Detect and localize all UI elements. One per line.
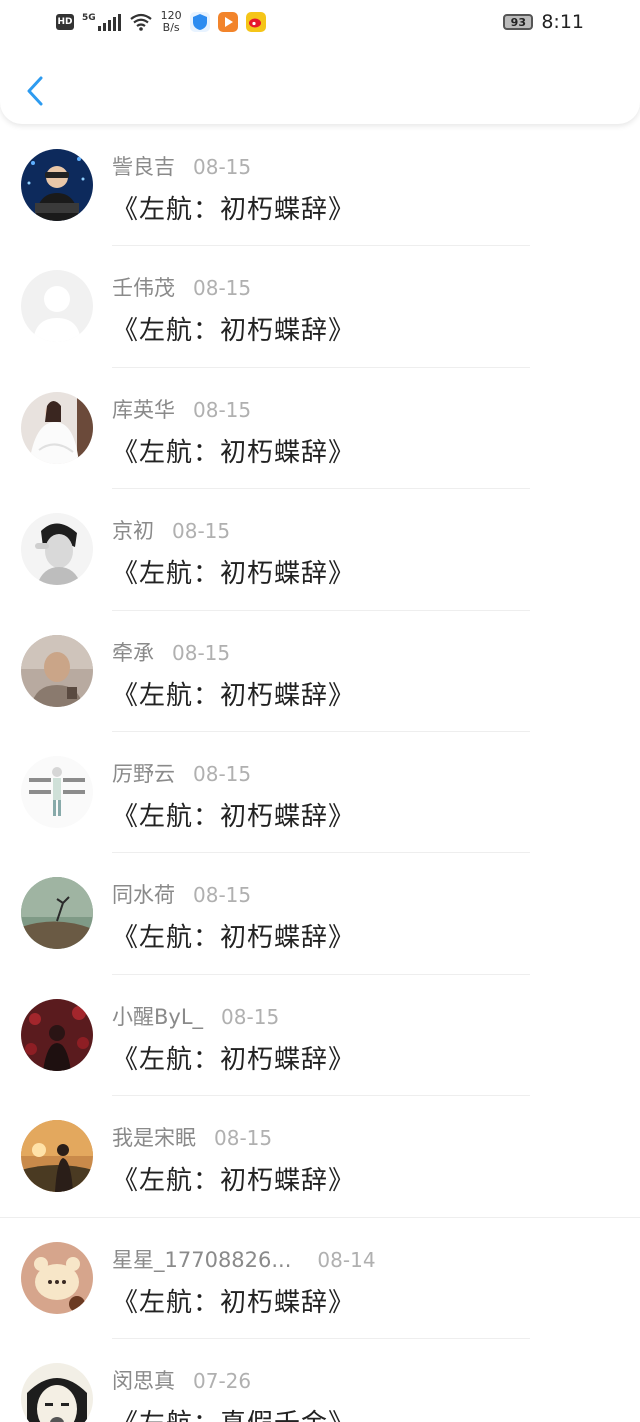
- comment-date: 08-15: [193, 883, 252, 908]
- avatar[interactable]: [21, 998, 93, 1071]
- list-item[interactable]: 壬伟茂 08-15 《左航：初朽蝶辞》: [0, 246, 640, 368]
- user-name[interactable]: 壬伟茂: [112, 272, 175, 302]
- comment-meta: 訾良吉 08-15: [112, 151, 251, 181]
- avatar[interactable]: [21, 513, 93, 586]
- back-button[interactable]: [18, 70, 52, 112]
- comment-meta: 厉野云 08-15: [112, 758, 251, 788]
- user-name[interactable]: 星星_17708826...: [112, 1244, 291, 1274]
- avatar[interactable]: [21, 391, 93, 464]
- work-title[interactable]: 《左航：初朽蝶辞》: [112, 553, 355, 590]
- comment-date: 08-15: [193, 155, 252, 179]
- list-item[interactable]: 京初 08-15 《左航：初朽蝶辞》: [0, 489, 640, 611]
- user-name[interactable]: 厉野云: [112, 758, 175, 788]
- hd-icon: HD: [56, 14, 74, 30]
- status-right: 93 8:11: [503, 9, 584, 35]
- list-item[interactable]: 小醒ByL_ 08-15 《左航：初朽蝶辞》: [0, 975, 640, 1097]
- network-speed: 120 B/s: [161, 10, 182, 34]
- wifi-icon: [129, 13, 152, 31]
- user-name[interactable]: 库英华: [112, 394, 175, 424]
- user-name[interactable]: 闵思真: [112, 1365, 175, 1395]
- comment-meta: 牵承 08-15: [112, 637, 230, 667]
- avatar[interactable]: [21, 1241, 93, 1314]
- avatar[interactable]: [21, 877, 93, 950]
- comment-date: 08-15: [214, 1126, 273, 1151]
- work-title[interactable]: 《左航：初朽蝶辞》: [112, 1282, 355, 1319]
- comment-meta: 我是宋眠 08-15: [112, 1122, 272, 1152]
- comment-meta: 库英华 08-15: [112, 394, 251, 424]
- weibo-app-icon: [245, 12, 266, 32]
- video-app-icon: [217, 12, 238, 32]
- comment-date: 08-15: [193, 761, 252, 786]
- work-title[interactable]: 《左航：初朽蝶辞》: [112, 1039, 355, 1076]
- status-bar: HD 5G 120 B/s 93 8:11: [0, 0, 640, 44]
- list-item[interactable]: 我是宋眠 08-15 《左航：初朽蝶辞》: [0, 1096, 640, 1218]
- comment-date: 08-15: [172, 519, 231, 544]
- user-name[interactable]: 小醒ByL_: [112, 1001, 203, 1031]
- status-left: HD 5G 120 B/s: [56, 8, 266, 36]
- chevron-left-icon: [27, 76, 43, 106]
- avatar[interactable]: [21, 149, 93, 221]
- work-title[interactable]: 《左航：真假千金》: [112, 1403, 355, 1422]
- signal-label: 5G: [82, 13, 96, 23]
- header: HD 5G 120 B/s 93 8:11: [0, 0, 640, 124]
- comment-meta: 小醒ByL_ 08-15: [112, 1001, 279, 1031]
- work-title[interactable]: 《左航：初朽蝶辞》: [112, 432, 355, 469]
- work-title[interactable]: 《左航：初朽蝶辞》: [112, 796, 355, 833]
- work-title[interactable]: 《左航：初朽蝶辞》: [112, 1160, 355, 1197]
- comment-date: 08-15: [172, 640, 231, 665]
- comment-date: 07-26: [193, 1368, 252, 1393]
- work-title[interactable]: 《左航：初朽蝶辞》: [112, 917, 355, 954]
- avatar[interactable]: [21, 270, 93, 343]
- comment-meta: 壬伟茂 08-15: [112, 272, 251, 302]
- comment-date: 08-15: [193, 276, 252, 301]
- comment-date: 08-15: [193, 397, 252, 422]
- comment-meta: 星星_17708826... 08-14: [112, 1244, 376, 1274]
- list-item[interactable]: 库英华 08-15 《左航：初朽蝶辞》: [0, 368, 640, 490]
- comment-meta: 京初 08-15: [112, 515, 230, 545]
- avatar[interactable]: [21, 634, 93, 707]
- clock: 8:11: [541, 11, 584, 33]
- work-title[interactable]: 《左航：初朽蝶辞》: [112, 310, 355, 347]
- work-title[interactable]: 《左航：初朽蝶辞》: [112, 675, 355, 712]
- comment-date: 08-15: [221, 1004, 280, 1029]
- user-name[interactable]: 京初: [112, 515, 154, 545]
- comment-meta: 同水荷 08-15: [112, 879, 251, 909]
- screen: HD 5G 120 B/s 93 8:11 訾良吉 08-15 《左航：初朽蝶辞…: [0, 0, 640, 1422]
- list-item[interactable]: 厉野云 08-15 《左航：初朽蝶辞》: [0, 732, 640, 854]
- user-name[interactable]: 牵承: [112, 637, 154, 667]
- comment-list: 訾良吉 08-15 《左航：初朽蝶辞》 壬伟茂 08-15 《左航：初朽蝶辞》: [0, 125, 640, 1422]
- avatar[interactable]: [21, 755, 93, 828]
- user-name[interactable]: 訾良吉: [112, 151, 175, 181]
- signal-icon: 5G: [82, 13, 121, 31]
- list-item[interactable]: 同水荷 08-15 《左航：初朽蝶辞》: [0, 853, 640, 975]
- list-item[interactable]: 星星_17708826... 08-14 《左航：初朽蝶辞》: [0, 1218, 640, 1339]
- list-item[interactable]: 牵承 08-15 《左航：初朽蝶辞》: [0, 611, 640, 732]
- battery-icon: 93: [503, 14, 534, 30]
- speed-unit: B/s: [162, 21, 180, 34]
- comment-date: 08-14: [317, 1247, 376, 1272]
- list-item[interactable]: 闵思真 07-26 《左航：真假千金》: [0, 1339, 640, 1422]
- avatar[interactable]: [21, 1120, 93, 1193]
- avatar[interactable]: [21, 1362, 93, 1422]
- work-title[interactable]: 《左航：初朽蝶辞》: [112, 189, 355, 226]
- user-name[interactable]: 我是宋眠: [112, 1122, 196, 1152]
- shield-app-icon: [189, 12, 210, 32]
- list-item[interactable]: 訾良吉 08-15 《左航：初朽蝶辞》: [0, 125, 640, 247]
- comment-meta: 闵思真 07-26: [112, 1365, 251, 1395]
- user-name[interactable]: 同水荷: [112, 879, 175, 909]
